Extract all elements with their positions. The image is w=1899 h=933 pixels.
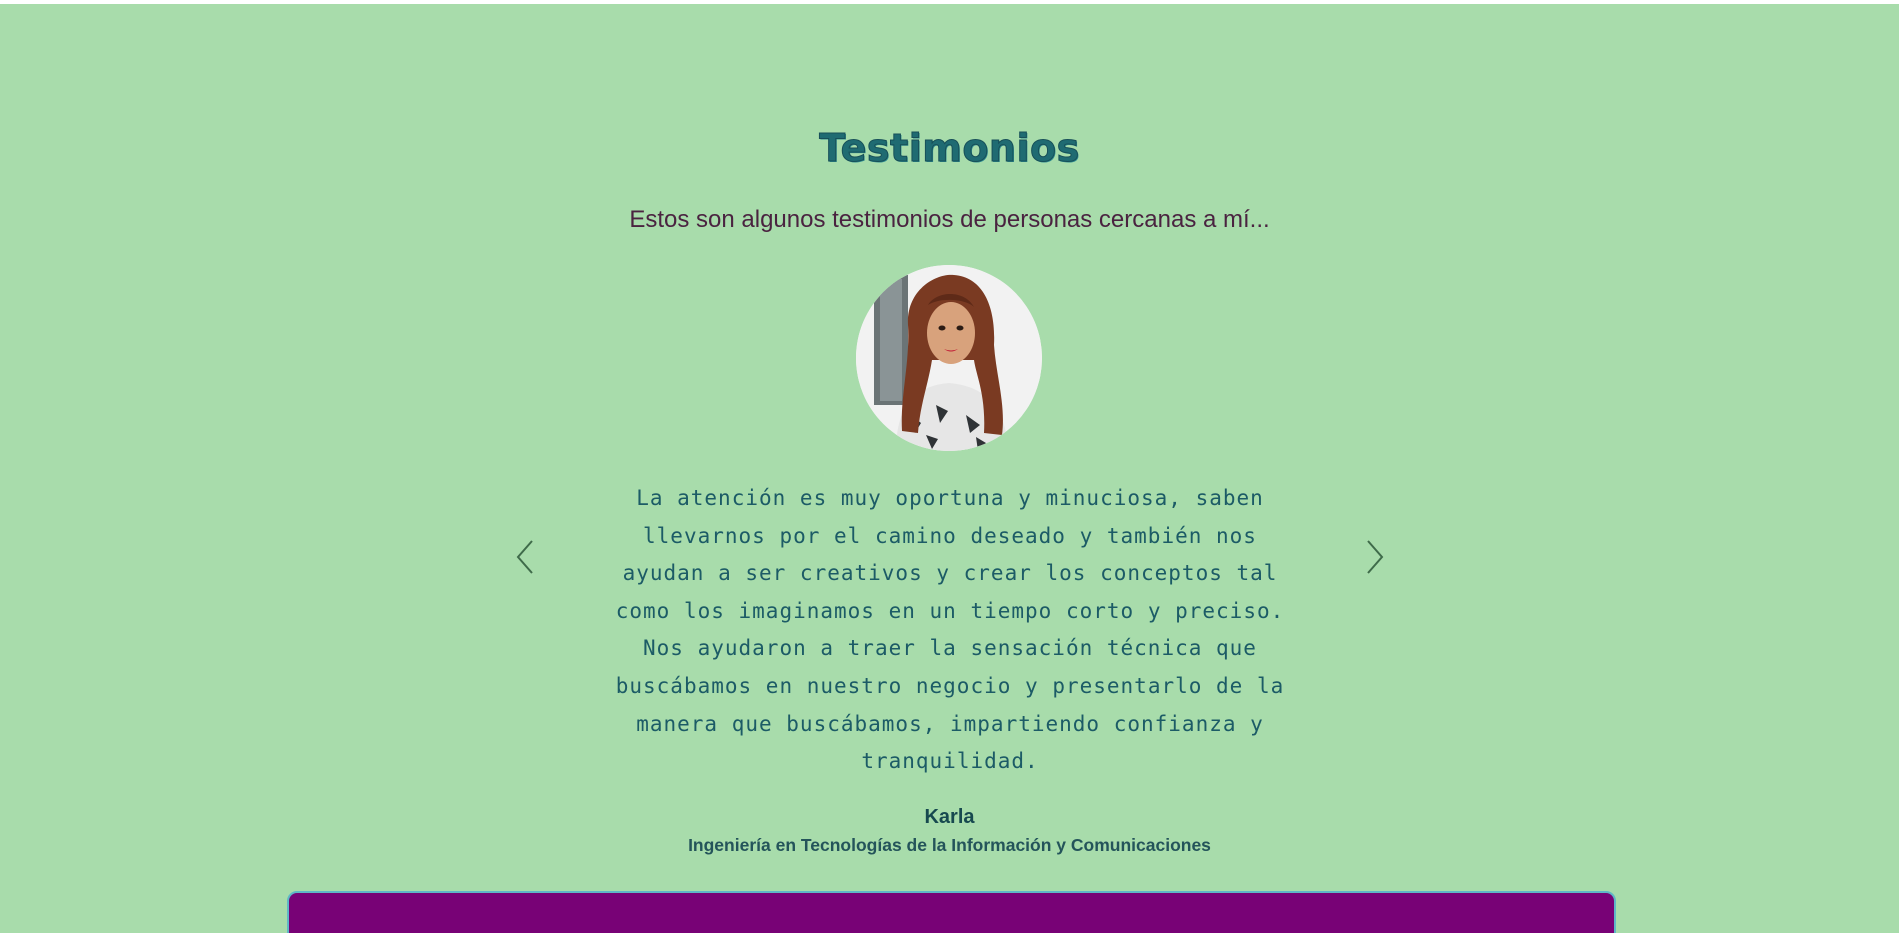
next-section-panel	[287, 891, 1616, 933]
next-testimonial-button[interactable]	[1360, 537, 1388, 577]
previous-testimonial-button[interactable]	[512, 537, 540, 577]
section-subtitle: Estos son algunos testimonios de persona…	[629, 206, 1270, 233]
testimonial-avatar	[856, 265, 1042, 451]
testimonial-quote: La atención es muy oportuna y minuciosa,…	[615, 486, 1285, 774]
testimonial-author: Karla	[924, 806, 975, 828]
chevron-left-icon	[516, 540, 533, 574]
testimonials-section: Testimonios Estos son algunos testimonio…	[0, 4, 1899, 933]
section-title: Testimonios	[819, 126, 1080, 171]
chevron-right-icon	[1367, 540, 1384, 574]
testimonial-author-role: Ingeniería en Tecnologías de la Informac…	[688, 835, 1211, 855]
avatar-photo	[856, 265, 1042, 451]
